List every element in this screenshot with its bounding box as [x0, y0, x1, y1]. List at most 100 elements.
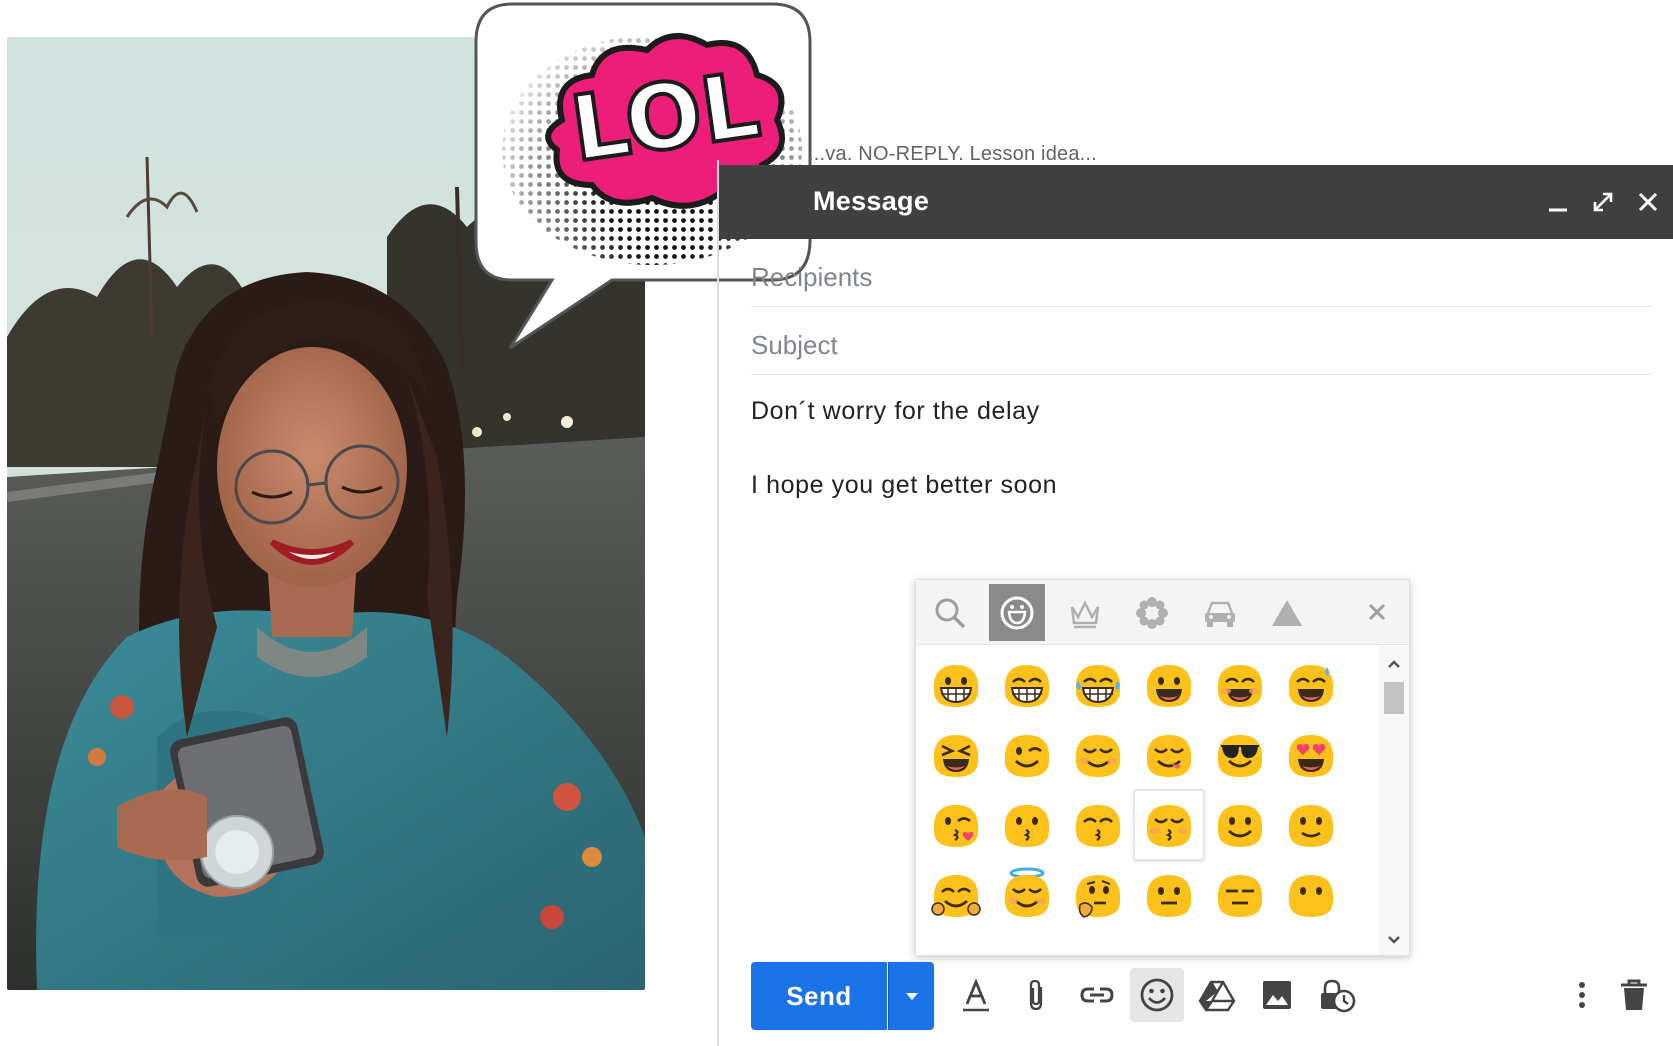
- no-mouth-emoji-icon: [1288, 875, 1334, 917]
- minimize-icon: [1549, 208, 1567, 212]
- message-body-line-2[interactable]: I hope you get better soon: [751, 471, 1057, 500]
- smiley-emoji-icon: [1146, 665, 1192, 707]
- laughing-emoji-icon: [933, 735, 979, 777]
- yum-emoji-icon: [1146, 735, 1192, 777]
- grinning-emoji-icon: [933, 665, 979, 707]
- subject-field[interactable]: [751, 307, 1653, 375]
- formatting-options-button[interactable]: [949, 968, 1003, 1022]
- photo-icon: [1263, 981, 1291, 1009]
- sweat-smile-emoji-icon: [1288, 665, 1334, 707]
- emoji-tab-search[interactable]: [922, 584, 978, 641]
- close-icon: [1368, 603, 1386, 621]
- emoji-tab-symbols[interactable]: [1259, 584, 1315, 641]
- emoji-sweat-smile[interactable]: [1275, 649, 1347, 721]
- formatting-icon: [963, 978, 989, 1012]
- confidential-icon: [1321, 979, 1356, 1013]
- emoji-picker-close-button[interactable]: [1363, 598, 1391, 626]
- insert-link-button[interactable]: [1070, 968, 1124, 1022]
- attach-files-button[interactable]: [1010, 968, 1064, 1022]
- kissing-smiling-eyes-emoji-icon: [1075, 805, 1121, 847]
- emoji-tab-travel[interactable]: [1192, 584, 1248, 641]
- wink-emoji-icon: [1004, 735, 1050, 777]
- emoji-tab-nature[interactable]: [1124, 584, 1180, 641]
- compose-window-edge: [717, 160, 719, 1046]
- hugging-emoji-icon: [931, 875, 981, 917]
- minimize-button[interactable]: [1541, 185, 1575, 219]
- kissing-heart-emoji-icon: [933, 805, 979, 847]
- emoji-blush[interactable]: [1062, 719, 1134, 791]
- emoji-innocent[interactable]: [991, 859, 1063, 931]
- car-icon: [1205, 601, 1235, 627]
- fullscreen-button[interactable]: [1586, 185, 1620, 219]
- joy-emoji-icon: [1075, 665, 1121, 707]
- emoji-icon: [1140, 978, 1174, 1012]
- emoji-kissing-heart[interactable]: [920, 789, 992, 861]
- emoji-scrollbar[interactable]: [1379, 646, 1409, 955]
- emoji-sunglasses[interactable]: [1204, 719, 1276, 791]
- scroll-thumb[interactable]: [1384, 682, 1404, 714]
- smiley-icon: [1000, 596, 1034, 629]
- emoji-hugging[interactable]: [920, 859, 992, 931]
- emoji-grinning[interactable]: [920, 649, 992, 721]
- emoji-kissing-closed-eyes[interactable]: [1133, 789, 1205, 861]
- send-options-button[interactable]: [888, 962, 934, 1030]
- emoji-smile[interactable]: [1204, 649, 1276, 721]
- blush-emoji-icon: [1075, 735, 1121, 777]
- send-button[interactable]: Send: [751, 962, 887, 1030]
- close-compose-button[interactable]: [1631, 185, 1665, 219]
- insert-photo-button[interactable]: [1250, 968, 1304, 1022]
- confidential-mode-button[interactable]: [1310, 968, 1364, 1022]
- emoji-yum[interactable]: [1133, 719, 1205, 791]
- heart-eyes-emoji-icon: [1288, 735, 1334, 777]
- kissing-emoji-icon: [1004, 805, 1050, 847]
- attach-icon: [1029, 979, 1043, 1011]
- flower-icon: [1136, 596, 1168, 629]
- emoji-kissing[interactable]: [991, 789, 1063, 861]
- expressionless-emoji-icon: [1217, 875, 1263, 917]
- close-icon: [1638, 192, 1658, 212]
- triangle-icon: [1272, 599, 1302, 626]
- emoji-slightly-smiling[interactable]: [1204, 789, 1276, 861]
- sunglasses-emoji-icon: [1217, 735, 1263, 777]
- emoji-wink[interactable]: [991, 719, 1063, 791]
- expand-icon: [1593, 192, 1613, 212]
- message-body-line-1[interactable]: Don´t worry for the delay: [751, 397, 1040, 426]
- recipients-input[interactable]: [751, 239, 1653, 306]
- emoji-picker: [915, 579, 1410, 956]
- grin-emoji-icon: [1004, 665, 1050, 707]
- drive-icon: [1198, 980, 1236, 1012]
- emoji-smiley[interactable]: [1133, 649, 1205, 721]
- smile-emoji-icon: [1217, 665, 1263, 707]
- compose-title: Message: [813, 186, 930, 216]
- emoji-grid: [918, 646, 1378, 955]
- thinking-emoji-icon: [1075, 875, 1121, 918]
- more-vert-icon: [1579, 982, 1585, 1008]
- emoji-expressionless[interactable]: [1204, 859, 1276, 931]
- trash-icon: [1621, 979, 1647, 1010]
- neutral-emoji-icon: [1146, 875, 1192, 917]
- recipients-field[interactable]: [751, 239, 1653, 307]
- discard-draft-button[interactable]: [1607, 968, 1661, 1022]
- caret-down-icon: [905, 993, 918, 1000]
- chevron-down-icon[interactable]: [1384, 930, 1404, 950]
- emoji-tab-objects[interactable]: [1057, 584, 1113, 641]
- emoji-no-mouth[interactable]: [1275, 859, 1347, 931]
- emoji-joy[interactable]: [1062, 649, 1134, 721]
- emoji-kissing-smiling-eyes[interactable]: [1062, 789, 1134, 861]
- more-options-button[interactable]: [1555, 968, 1609, 1022]
- subject-input[interactable]: [751, 307, 1653, 374]
- smiling-emoji-icon: [1288, 805, 1334, 847]
- emoji-laughing[interactable]: [920, 719, 992, 791]
- insert-emoji-button[interactable]: [1130, 968, 1184, 1022]
- emoji-thinking[interactable]: [1062, 859, 1134, 931]
- emoji-smiling[interactable]: [1275, 789, 1347, 861]
- recipients-preview: ...va, NO-REPLY, Lesson idea...: [808, 143, 1097, 160]
- chevron-up-icon[interactable]: [1384, 654, 1404, 674]
- compose-header: Message: [719, 165, 1673, 239]
- emoji-neutral[interactable]: [1133, 859, 1205, 931]
- emoji-heart-eyes[interactable]: [1275, 719, 1347, 791]
- emoji-tab-smileys[interactable]: [989, 584, 1045, 641]
- kissing-closed-eyes-emoji-icon: [1146, 805, 1192, 847]
- insert-from-drive-button[interactable]: [1190, 968, 1244, 1022]
- emoji-grin[interactable]: [991, 649, 1063, 721]
